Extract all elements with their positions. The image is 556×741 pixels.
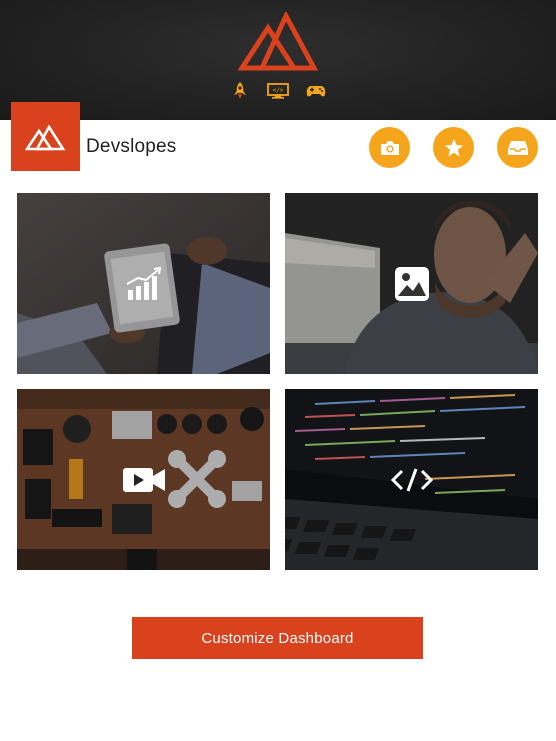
header-icon-row: </> xyxy=(0,82,556,100)
tile-analytics[interactable] xyxy=(17,193,270,374)
code-icon xyxy=(390,467,433,492)
profile-name: Devslopes xyxy=(86,136,177,157)
inbox-button[interactable] xyxy=(497,127,538,168)
star-icon xyxy=(444,138,463,156)
camera-button[interactable] xyxy=(369,127,410,168)
monitor-code-icon[interactable]: </> xyxy=(267,82,289,100)
tile-code[interactable] xyxy=(285,389,538,570)
tile-photos[interactable] xyxy=(285,193,538,374)
image-icon xyxy=(394,266,429,301)
header-banner: </> xyxy=(0,0,556,120)
gamepad-icon[interactable] xyxy=(305,82,327,100)
tile-videos[interactable] xyxy=(17,389,270,570)
analytics-chart-icon xyxy=(126,266,161,300)
favorites-button[interactable] xyxy=(433,127,474,168)
inbox-icon xyxy=(507,140,528,155)
video-camera-icon xyxy=(122,467,165,492)
mountain-logo-icon xyxy=(24,123,65,150)
mountain-logo-icon xyxy=(238,12,318,71)
rocket-icon[interactable] xyxy=(229,82,251,100)
camera-icon xyxy=(380,140,399,155)
customize-dashboard-button[interactable]: Customize Dashboard xyxy=(132,617,423,659)
profile-logo[interactable] xyxy=(11,102,80,171)
svg-text:</>: </> xyxy=(273,87,284,94)
